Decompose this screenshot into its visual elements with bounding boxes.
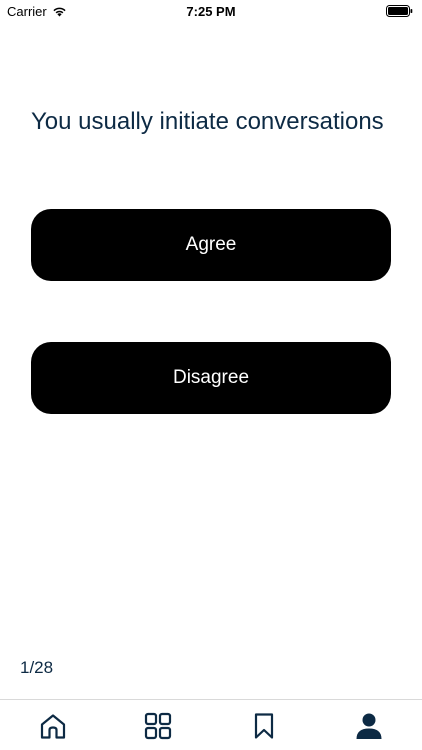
status-bar: Carrier 7:25 PM bbox=[0, 0, 422, 22]
agree-button[interactable]: Agree bbox=[31, 209, 391, 281]
grid-icon bbox=[144, 712, 172, 740]
progress-counter: 1/28 bbox=[20, 658, 54, 677]
tab-bookmark[interactable] bbox=[249, 711, 279, 741]
bookmark-icon bbox=[254, 713, 274, 739]
status-time: 7:25 PM bbox=[186, 4, 236, 19]
tab-bar bbox=[0, 699, 422, 750]
tab-home[interactable] bbox=[38, 711, 68, 741]
home-icon bbox=[40, 714, 66, 739]
tab-profile[interactable] bbox=[354, 711, 384, 741]
disagree-button[interactable]: Disagree bbox=[31, 342, 391, 414]
tab-grid[interactable] bbox=[143, 711, 173, 741]
battery-icon bbox=[386, 5, 413, 17]
profile-icon bbox=[356, 713, 382, 739]
question-text: You usually initiate conversations bbox=[31, 108, 384, 135]
